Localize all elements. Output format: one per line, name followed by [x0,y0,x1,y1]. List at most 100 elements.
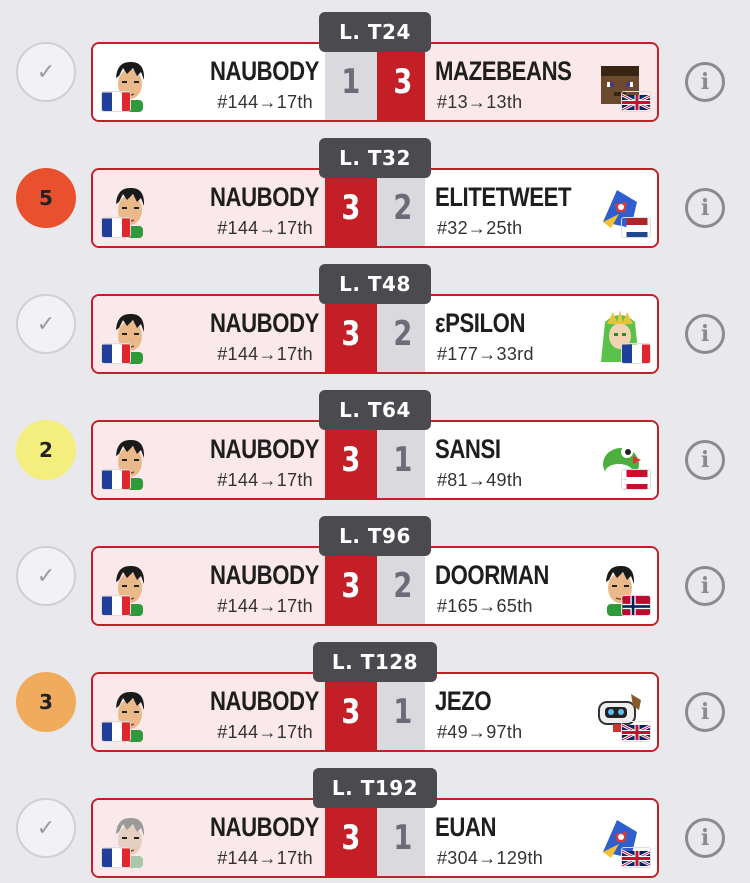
upset-factor-badge: 5 [16,168,76,228]
match-card[interactable]: NAUBODY #144→17th 3 1 EUAN #304→129th [91,798,659,878]
check-icon[interactable]: ✓ [16,546,76,606]
seed-placement: #144→17th [217,848,313,868]
netherlands-flag-icon [621,217,651,238]
france-flag-icon [101,469,131,490]
player-name: ELITETWEET [435,182,572,212]
austria-flag-icon [621,469,651,490]
player-right[interactable]: εPSILON #177→33rd [425,296,657,372]
seed-placement: #177→33rd [437,344,534,364]
match-row: ✓ NAUBODY #144→17th 3 1 EUAN #304→129th … [0,768,750,883]
uk-flag-icon [621,91,651,112]
player-name: NAUBODY [209,308,319,338]
player-name: DOORMAN [435,560,549,590]
norway-flag-icon [621,595,651,616]
player-right[interactable]: DOORMAN #165→65th [425,548,657,624]
seed-placement: #165→65th [437,596,533,616]
match-card[interactable]: NAUBODY #144→17th 3 2 ELITETWEET #32→25t… [91,168,659,248]
player-name: NAUBODY [209,182,319,212]
match-card[interactable]: NAUBODY #144→17th 3 1 JEZO #49→97th [91,672,659,752]
match-row: ✓ NAUBODY #144→17th 3 2 DOORMAN #165→65t… [0,516,750,642]
france-flag-icon [101,343,131,364]
player-right[interactable]: ELITETWEET #32→25th [425,170,657,246]
france-flag-icon [101,91,131,112]
player-name: NAUBODY [209,686,319,716]
check-icon[interactable]: ✓ [16,798,76,858]
player-left[interactable]: NAUBODY #144→17th [93,548,325,624]
seed-placement: #13→13th [437,92,523,112]
info-icon[interactable]: i [685,62,725,102]
score-right: 3 [377,44,429,120]
france-flag-icon [101,595,131,616]
score-left: 3 [325,296,377,372]
score-right: 1 [377,800,429,876]
match-card[interactable]: NAUBODY #144→17th 1 3 MAZEBEANS #13→13th [91,42,659,122]
seed-placement: #304→129th [437,848,544,868]
seed-placement: #144→17th [217,344,313,364]
info-icon[interactable]: i [685,818,725,858]
match-row: ✓ NAUBODY #144→17th 3 2 εPSILON #177→33r… [0,264,750,390]
player-name: NAUBODY [209,434,319,464]
player-right[interactable]: MAZEBEANS #13→13th [425,44,657,120]
france-flag-icon [621,343,651,364]
seed-placement: #144→17th [217,596,313,616]
score-left: 3 [325,548,377,624]
player-right[interactable]: EUAN #304→129th [425,800,657,876]
score-left: 3 [325,674,377,750]
round-label: L. T32 [319,138,431,178]
uk-flag-icon [621,847,651,868]
round-label: L. T48 [319,264,431,304]
round-label: L. T128 [313,642,437,682]
seed-placement: #49→97th [437,722,523,742]
upset-factor-badge: 3 [16,672,76,732]
match-card[interactable]: NAUBODY #144→17th 3 2 DOORMAN #165→65th [91,546,659,626]
france-flag-icon [101,721,131,742]
player-name: εPSILON [435,308,526,338]
france-flag-icon [101,847,131,868]
upset-factor-badge: 2 [16,420,76,480]
player-name: NAUBODY [209,560,319,590]
match-card[interactable]: NAUBODY #144→17th 3 2 εPSILON #177→33rd [91,294,659,374]
seed-placement: #144→17th [217,722,313,742]
score-right: 1 [377,674,429,750]
uk-flag-icon [621,721,651,742]
player-name: EUAN [435,812,497,842]
info-icon[interactable]: i [685,566,725,606]
score-left: 1 [325,44,377,120]
score-right: 2 [377,548,429,624]
player-left[interactable]: NAUBODY #144→17th [93,674,325,750]
info-icon[interactable]: i [685,314,725,354]
player-name: NAUBODY [209,812,319,842]
player-left[interactable]: NAUBODY #144→17th [93,422,325,498]
seed-placement: #144→17th [217,92,313,112]
player-left[interactable]: NAUBODY #144→17th [93,44,325,120]
seed-placement: #144→17th [217,218,313,238]
france-flag-icon [101,217,131,238]
seed-placement: #81→49th [437,470,523,490]
round-label: L. T96 [319,516,431,556]
score-right: 2 [377,296,429,372]
score-right: 2 [377,170,429,246]
check-icon[interactable]: ✓ [16,294,76,354]
score-right: 1 [377,422,429,498]
info-icon[interactable]: i [685,188,725,228]
info-icon[interactable]: i [685,440,725,480]
match-card[interactable]: NAUBODY #144→17th 3 1 SANSI #81→49th [91,420,659,500]
score-left: 3 [325,800,377,876]
round-label: L. T192 [313,768,437,808]
player-left[interactable]: NAUBODY #144→17th [93,296,325,372]
player-left[interactable]: NAUBODY #144→17th [93,170,325,246]
round-label: L. T64 [319,390,431,430]
info-icon[interactable]: i [685,692,725,732]
check-icon[interactable]: ✓ [16,42,76,102]
match-row: 3 NAUBODY #144→17th 3 1 JEZO #49→97th L.… [0,642,750,768]
seed-placement: #144→17th [217,470,313,490]
match-row: 2 NAUBODY #144→17th 3 1 SANSI #81→49th L… [0,390,750,516]
player-name: JEZO [435,686,492,716]
player-right[interactable]: SANSI #81→49th [425,422,657,498]
player-name: MAZEBEANS [435,56,572,86]
player-name: SANSI [435,434,501,464]
player-left[interactable]: NAUBODY #144→17th [93,800,325,876]
round-label: L. T24 [319,12,431,52]
score-left: 3 [325,422,377,498]
player-right[interactable]: JEZO #49→97th [425,674,657,750]
